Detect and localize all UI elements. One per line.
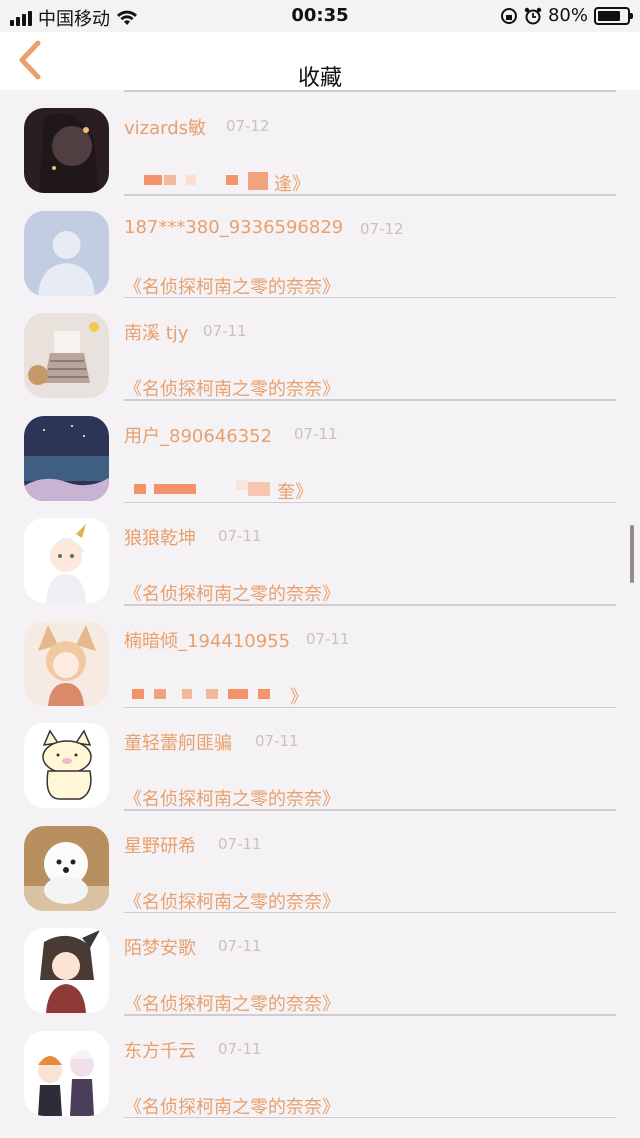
status-bar: 中国移动 00:35 80% (0, 0, 640, 32)
favorite-date: 07-11 (218, 527, 262, 545)
redacted-text (124, 170, 294, 190)
scrollbar[interactable] (630, 525, 634, 583)
favorite-date: 07-12 (360, 219, 404, 238)
favorite-date: 07-11 (203, 322, 247, 340)
redacted-text (124, 478, 294, 498)
avatar[interactable] (24, 928, 109, 1013)
list-item[interactable]: vizards敏 07-12 逢》 (0, 88, 640, 196)
rotation-lock-icon (500, 7, 517, 24)
alarm-icon (524, 7, 542, 24)
favorite-date: 07-11 (218, 937, 262, 955)
nav-bar: 收藏 (0, 32, 640, 91)
list-item[interactable]: 东方千云 07-11 《名侦探柯南之零的奈奈》 (0, 1011, 640, 1118)
avatar[interactable] (24, 108, 109, 193)
avatar[interactable] (24, 1030, 109, 1116)
list-item[interactable]: 用户_890646352 07-11 奎》 (0, 396, 640, 503)
list-item[interactable]: 狼狼乾坤 07-11 《名侦探柯南之零的奈奈》 (0, 498, 640, 606)
favorite-date: 07-12 (226, 117, 270, 135)
list-item[interactable]: 星野研希 07-11 《名侦探柯南之零的奈奈》 (0, 806, 640, 913)
user-name: 187***380_9336596829 (124, 216, 344, 238)
user-name: 陌梦安歌 (124, 938, 196, 959)
avatar[interactable] (24, 415, 109, 501)
favorite-date: 07-11 (294, 424, 338, 443)
favorite-date: 07-11 (218, 1039, 262, 1058)
avatar[interactable] (24, 518, 109, 603)
user-name: 星野研希 (124, 835, 196, 857)
battery-percent: 80% (547, 5, 588, 26)
battery-icon (594, 6, 633, 25)
list-item[interactable]: 童轻蕾舸匪骗 07-11 《名侦探柯南之零的奈奈》 (0, 703, 640, 811)
user-name: 用户_890646352 (124, 425, 273, 447)
list-item[interactable]: 楠暗倾_194410955 07-11 》 (0, 601, 640, 708)
avatar[interactable] (24, 825, 109, 911)
favorite-date: 07-11 (306, 629, 350, 648)
list-item[interactable]: 187***380_9336596829 07-12 《名侦探柯南之零的奈奈》 (0, 191, 640, 298)
avatar[interactable] (24, 620, 109, 706)
avatar[interactable] (24, 313, 109, 398)
favorites-list: vizards敏 07-12 逢》 187***380_9336596829 0… (0, 88, 640, 1118)
avatar[interactable] (24, 210, 109, 296)
user-name: 楠暗倾_194410955 (124, 630, 291, 652)
user-name: vizards敏 (124, 118, 207, 139)
favorite-date: 07-11 (218, 834, 262, 853)
avatar[interactable] (24, 723, 109, 808)
redacted-text (124, 683, 294, 703)
favorite-date: 07-11 (255, 732, 299, 750)
user-name: 童轻蕾舸匪骗 (124, 733, 232, 754)
list-item[interactable]: 南溪 tjy 07-11 《名侦探柯南之零的奈奈》 (0, 293, 640, 401)
user-name: 南溪 tjy (124, 323, 189, 344)
screen: 中国移动 00:35 80% 收藏 vizards敏 07-12 逢》 187*… (0, 0, 640, 1138)
divider (124, 1116, 616, 1118)
list-item[interactable]: 陌梦安歌 07-11 《名侦探柯南之零的奈奈》 (0, 908, 640, 1016)
user-name: 东方千云 (124, 1040, 196, 1062)
user-name: 狼狼乾坤 (124, 528, 196, 549)
favorite-title: 《名侦探柯南之零的奈奈》 (124, 1096, 340, 1118)
